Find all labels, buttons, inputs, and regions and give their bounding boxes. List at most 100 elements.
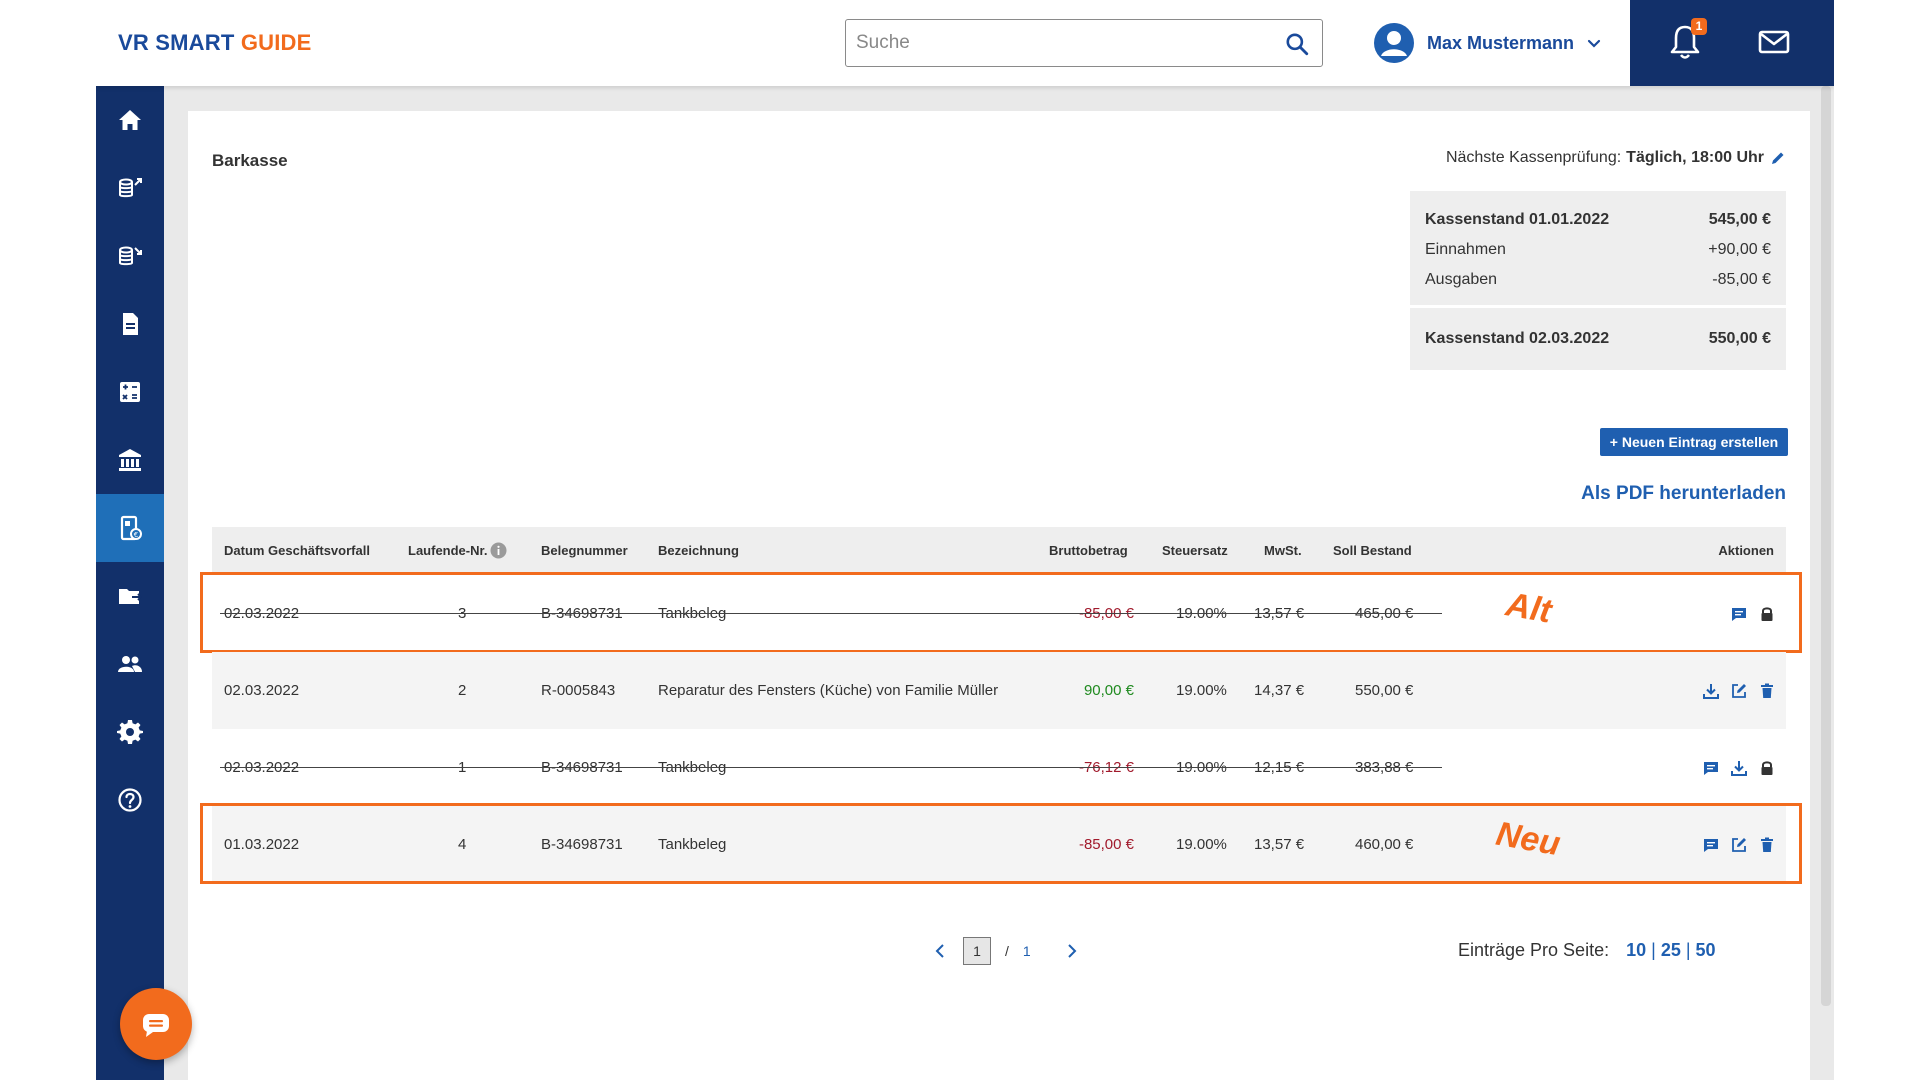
lock-icon <box>1761 760 1773 775</box>
page-title: Barkasse <box>212 151 288 170</box>
per-page-separator: | <box>1651 940 1656 960</box>
search-icon[interactable] <box>1284 31 1310 57</box>
current-page[interactable]: 1 <box>963 937 991 965</box>
cell-bruttobetrag: 90,00 € <box>1083 682 1134 699</box>
summary-expenses-value: -85,00 € <box>1712 271 1771 288</box>
summary-opening-row: Kassenstand 01.01.2022 545,00 € <box>1425 205 1771 235</box>
page-scrollbar[interactable] <box>1821 86 1831 1006</box>
user-menu[interactable]: Max Mustermann <box>1373 22 1602 64</box>
highlight-box-neu <box>200 803 1802 884</box>
home-icon <box>119 110 141 130</box>
comment-icon[interactable] <box>1702 759 1720 777</box>
chat-button[interactable] <box>120 988 192 1060</box>
cell-belegnummer: B-34698731 <box>541 836 623 853</box>
cell-laufende-nr: 2 <box>458 682 467 699</box>
header-steuersatz: Steuersatz <box>1162 543 1228 558</box>
sidebar-item-folder[interactable] <box>96 562 164 630</box>
logo-accent-text: GUIDE <box>240 30 312 55</box>
cell-mwst: 14,37 € <box>1254 682 1305 699</box>
download-icon[interactable] <box>1730 759 1748 777</box>
logo-main-text: VR SMART <box>118 30 241 55</box>
cell-bezeichnung: Reparatur des Fensters (Küche) von Famil… <box>658 682 999 699</box>
row-actions <box>1730 575 1776 652</box>
table-row: 02.03.2022 1 B-34698731 Tankbeleg -76,12… <box>212 729 1786 806</box>
notifications-button[interactable]: 1 <box>1667 18 1707 62</box>
sidebar-item-calculator[interactable] <box>96 358 164 426</box>
summary-opening-value: 545,00 € <box>1708 211 1771 228</box>
strikethrough-line <box>220 767 1442 768</box>
next-audit-value: Täglich, 18:00 Uhr <box>1626 149 1764 166</box>
edit-icon[interactable] <box>1730 836 1748 854</box>
sidebar-item-expenses[interactable] <box>96 222 164 290</box>
entries-table: Datum Geschäftsvorfall Laufende-Nr. Bele… <box>200 527 1802 884</box>
summary-closing-row: Kassenstand 02.03.2022 550,00 € <box>1425 324 1771 354</box>
comment-icon[interactable] <box>1730 605 1748 623</box>
notification-badge: 1 <box>1691 18 1707 35</box>
new-entry-button[interactable]: + Neuen Eintrag erstellen <box>1600 428 1788 456</box>
cell-soll-bestand: 460,00 € <box>1355 836 1414 853</box>
people-icon <box>118 656 142 672</box>
pdf-download-link[interactable]: Als PDF herunterladen <box>1581 483 1786 505</box>
sidebar-item-documents[interactable] <box>96 290 164 358</box>
sidebar-item-settings[interactable] <box>96 698 164 766</box>
search-box <box>845 19 1323 67</box>
per-page-option-25[interactable]: 25 <box>1661 940 1681 961</box>
summary-opening-label: Kassenstand 01.01.2022 <box>1425 211 1610 228</box>
search-input[interactable] <box>856 20 1266 66</box>
header-bruttobetrag: Bruttobetrag <box>1049 543 1128 558</box>
avatar-icon <box>1374 23 1414 63</box>
summary-income-row: Einnahmen +90,00 € <box>1425 235 1771 265</box>
info-icon[interactable] <box>490 542 507 559</box>
calculator-icon <box>120 382 140 402</box>
header-mwst: MwSt. <box>1264 543 1302 558</box>
per-page-separator: | <box>1685 940 1691 960</box>
pencil-icon[interactable] <box>1770 150 1786 166</box>
annotation-neu: Neu <box>1493 814 1564 864</box>
table-row: 02.03.2022 3 B-34698731 Tankbeleg -85,00… <box>200 572 1802 653</box>
chevron-down-icon <box>1587 39 1601 48</box>
chevron-left-icon[interactable] <box>933 943 949 959</box>
svg-text:€: € <box>134 531 138 539</box>
entries-per-page: Einträge Pro Seite: 10 | 25 | 50 <box>1458 940 1721 961</box>
help-icon <box>118 788 142 812</box>
sidebar-item-income[interactable] <box>96 154 164 222</box>
per-page-label: Einträge Pro Seite: <box>1458 940 1610 960</box>
app-window: VR SMART GUIDE Max Mustermann 1 <box>96 0 1834 1080</box>
header-soll-bestand: Soll Bestand <box>1333 543 1412 558</box>
edit-icon[interactable] <box>1730 682 1748 700</box>
sidebar-item-cash-register[interactable]: € <box>96 494 164 562</box>
trash-icon[interactable] <box>1758 682 1776 700</box>
document-icon <box>123 313 138 335</box>
download-icon[interactable] <box>1702 682 1720 700</box>
sidebar-item-bank[interactable] <box>96 426 164 494</box>
strikethrough-line <box>220 613 1442 614</box>
table-header: Datum Geschäftsvorfall Laufende-Nr. Bele… <box>212 527 1786 575</box>
sidebar-item-home[interactable] <box>96 86 164 154</box>
messages-button[interactable] <box>1757 26 1791 58</box>
sidebar-item-help[interactable] <box>96 766 164 834</box>
comment-icon[interactable] <box>1702 836 1720 854</box>
chevron-right-icon[interactable] <box>1063 943 1079 959</box>
cell-datum: 02.03.2022 <box>224 682 300 699</box>
header-actions-bar <box>1630 0 1834 86</box>
header-laufende-label: Laufende-Nr. <box>408 543 488 558</box>
income-icon <box>119 178 142 198</box>
sidebar-nav: € <box>96 86 164 1080</box>
summary-expenses-row: Ausgaben -85,00 € <box>1425 265 1771 295</box>
table-row: 01.03.2022 4 B-34698731 Tankbeleg -85,00… <box>200 803 1802 884</box>
cell-steuersatz: 19.00% <box>1176 682 1227 699</box>
app-logo[interactable]: VR SMART GUIDE <box>118 30 312 56</box>
gear-icon <box>117 720 143 744</box>
top-header: VR SMART GUIDE Max Mustermann <box>96 0 1834 86</box>
folder-icon <box>119 589 143 604</box>
main-card: Barkasse Nächste Kassenprüfung: Täglich,… <box>188 111 1810 1080</box>
mail-icon <box>1758 30 1790 54</box>
next-audit-info: Nächste Kassenprüfung: Täglich, 18:00 Uh… <box>1446 149 1786 167</box>
cell-bezeichnung: Tankbeleg <box>658 836 727 853</box>
trash-icon[interactable] <box>1758 836 1776 854</box>
per-page-option-10[interactable]: 10 <box>1626 940 1646 961</box>
sidebar-item-users[interactable] <box>96 630 164 698</box>
cell-bruttobetrag: -85,00 € <box>1078 836 1134 853</box>
per-page-option-50[interactable]: 50 <box>1696 940 1716 961</box>
cell-laufende-nr: 4 <box>458 836 467 853</box>
